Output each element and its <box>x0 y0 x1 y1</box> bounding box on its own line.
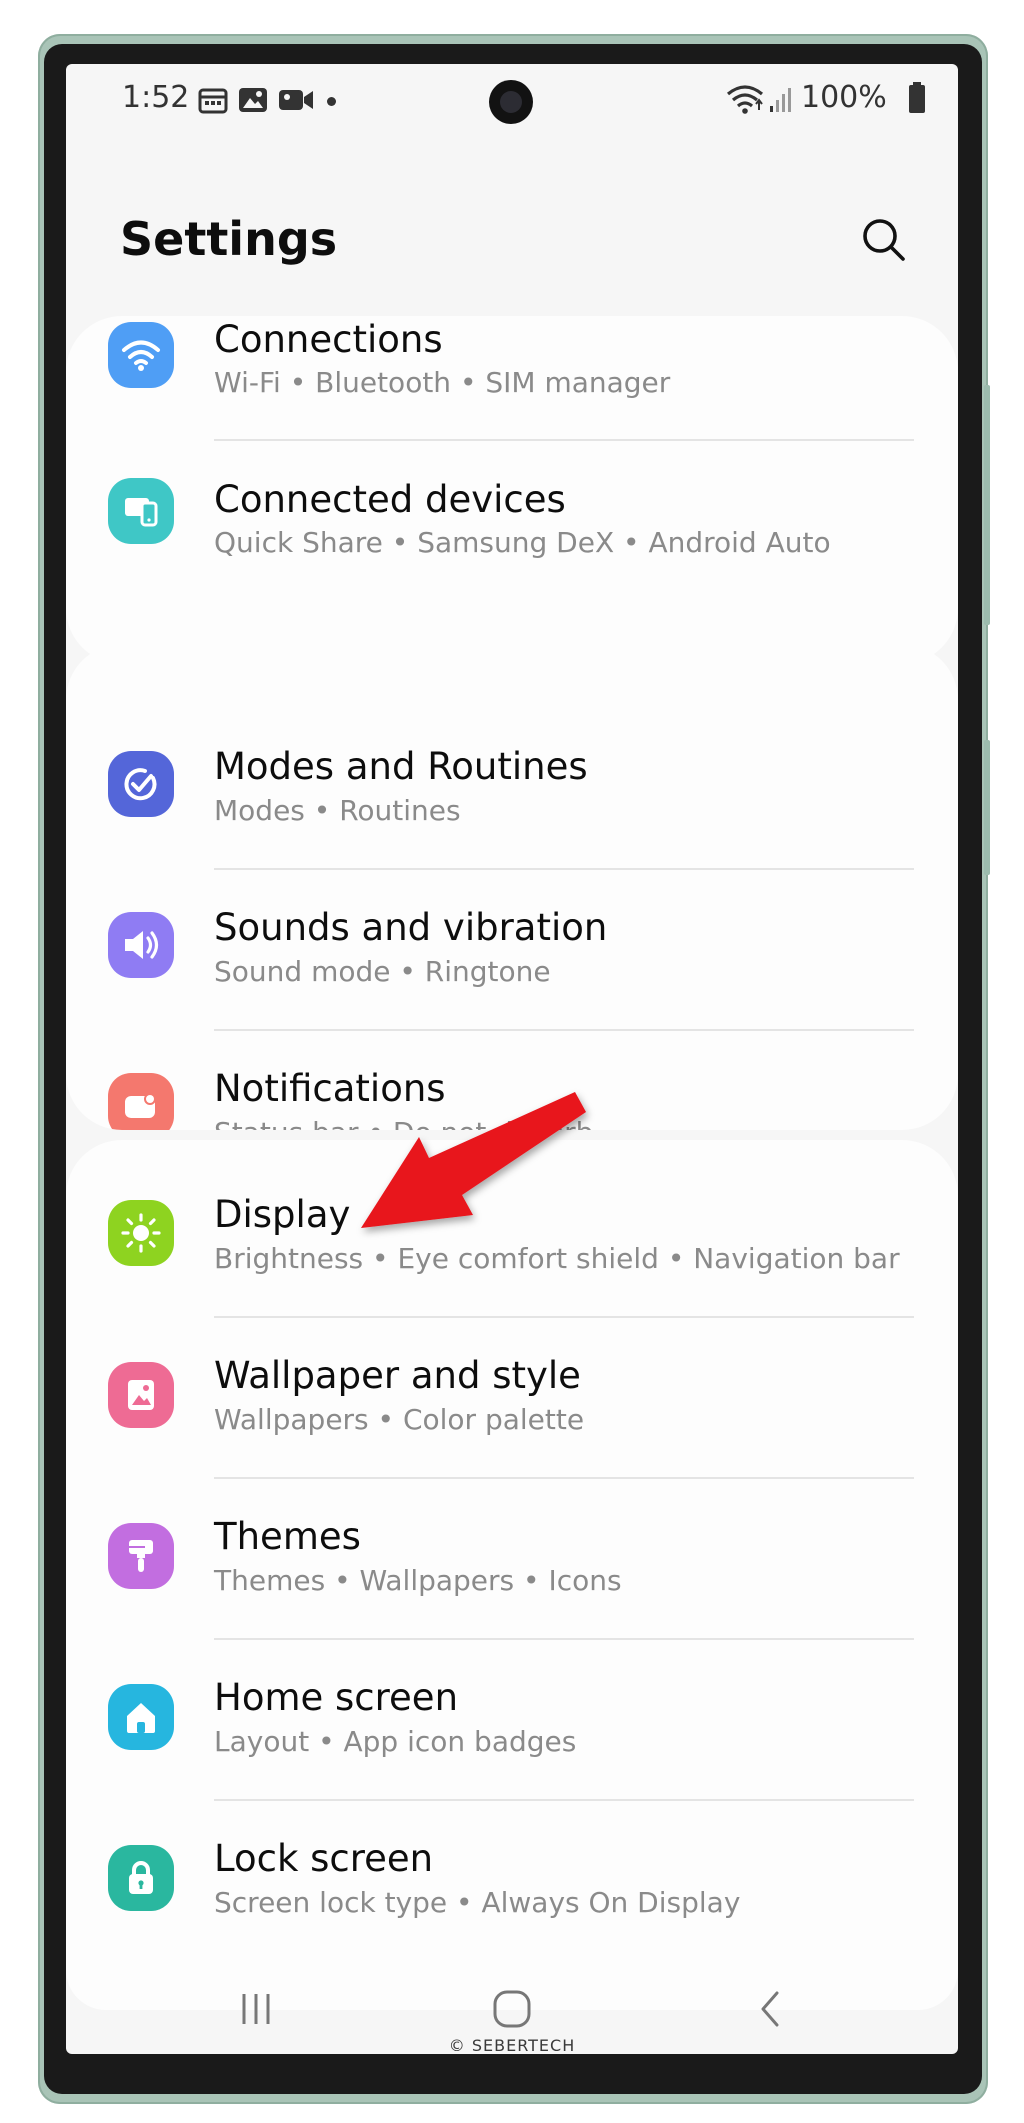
home-button-icon <box>493 1990 531 2028</box>
settings-item-subtitle: Brightness • Eye comfort shield • Naviga… <box>214 1242 900 1275</box>
sun-icon <box>108 1200 174 1266</box>
notification-icon <box>108 1073 174 1130</box>
settings-item-subtitle: Wi-Fi • Bluetooth • SIM manager <box>214 366 671 399</box>
devices-icon <box>108 478 174 544</box>
settings-item-title: Connected devices <box>214 478 566 521</box>
settings-item-wallpaper-and-style[interactable]: Wallpaper and style Wallpapers • Color p… <box>66 1301 958 1463</box>
settings-item-home-screen[interactable]: Home screen Layout • App icon badges <box>66 1623 958 1785</box>
home-icon <box>108 1684 174 1750</box>
video-icon <box>279 90 313 110</box>
settings-item-subtitle: Layout • App icon badges <box>214 1725 577 1758</box>
calendar-icon <box>198 88 228 114</box>
front-camera <box>489 80 533 124</box>
page-title: Settings <box>120 212 338 266</box>
wallpaper-icon <box>108 1362 174 1428</box>
signal-icon <box>770 88 791 112</box>
wifi-icon <box>108 322 174 388</box>
settings-item-subtitle: Wallpapers • Color palette <box>214 1403 585 1436</box>
settings-item-title: Wallpaper and style <box>214 1354 581 1397</box>
status-time: 1:52 <box>122 80 190 115</box>
back-icon <box>761 1991 779 2027</box>
lock-icon <box>108 1845 174 1911</box>
settings-item-title: Modes and Routines <box>214 745 588 788</box>
dot-icon <box>327 97 336 106</box>
image-icon <box>239 88 267 112</box>
paintbrush-icon <box>108 1523 174 1589</box>
settings-group-display: Display Brightness • Eye comfort shield … <box>66 1140 958 2010</box>
search-icon <box>863 219 905 261</box>
power-key <box>984 740 990 875</box>
volume-key <box>984 385 990 625</box>
settings-item-notifications[interactable]: Notifications Status bar • Do not distur… <box>66 966 958 1130</box>
recents-button[interactable] <box>226 1984 286 2034</box>
wifi-icon <box>726 85 764 114</box>
search-button[interactable] <box>856 212 912 268</box>
settings-item-display[interactable]: Display Brightness • Eye comfort shield … <box>66 1140 958 1302</box>
back-button[interactable] <box>740 1984 800 2034</box>
status-bar: 1:52 100% <box>66 64 958 138</box>
settings-item-title: Home screen <box>214 1676 459 1719</box>
settings-item-subtitle: Quick Share • Samsung DeX • Android Auto <box>214 526 831 559</box>
settings-item-themes[interactable]: Themes Themes • Wallpapers • Icons <box>66 1462 958 1624</box>
settings-item-title: Display <box>214 1193 351 1236</box>
settings-item-subtitle: Status bar • Do not disturb <box>214 1116 593 1130</box>
settings-item-sounds-and-vibration[interactable]: Sounds and vibration Sound mode • Ringto… <box>66 805 958 988</box>
settings-item-title: Connections <box>214 318 443 361</box>
settings-item-connected-devices[interactable]: Connected devices Quick Share • Samsung … <box>66 440 958 602</box>
settings-group-connectivity: Connections Wi-Fi • Bluetooth • SIM mana… <box>66 316 958 664</box>
settings-item-subtitle: Screen lock type • Always On Display <box>214 1886 741 1919</box>
settings-item-subtitle: Themes • Wallpapers • Icons <box>214 1564 622 1597</box>
battery-icon <box>909 82 925 113</box>
settings-item-title: Lock screen <box>214 1837 434 1880</box>
settings-item-title: Notifications <box>214 1067 446 1110</box>
recents-icon <box>242 1994 270 2024</box>
home-button[interactable] <box>482 1984 542 2034</box>
settings-group-notifications: Modes and Routines Modes • Routines Soun… <box>66 644 958 1130</box>
settings-item-modes-and-routines[interactable]: Modes and Routines Modes • Routines <box>66 644 958 827</box>
phone-screen: 1:52 100% Settings Connections Wi-Fi • B… <box>66 64 958 2054</box>
battery-percentage: 100% <box>801 80 887 115</box>
watermark: © SEBERTECH <box>448 2036 576 2054</box>
settings-item-title: Sounds and vibration <box>214 906 608 949</box>
settings-item-title: Themes <box>214 1515 361 1558</box>
settings-item-lock-screen[interactable]: Lock screen Screen lock type • Always On… <box>66 1784 958 1946</box>
